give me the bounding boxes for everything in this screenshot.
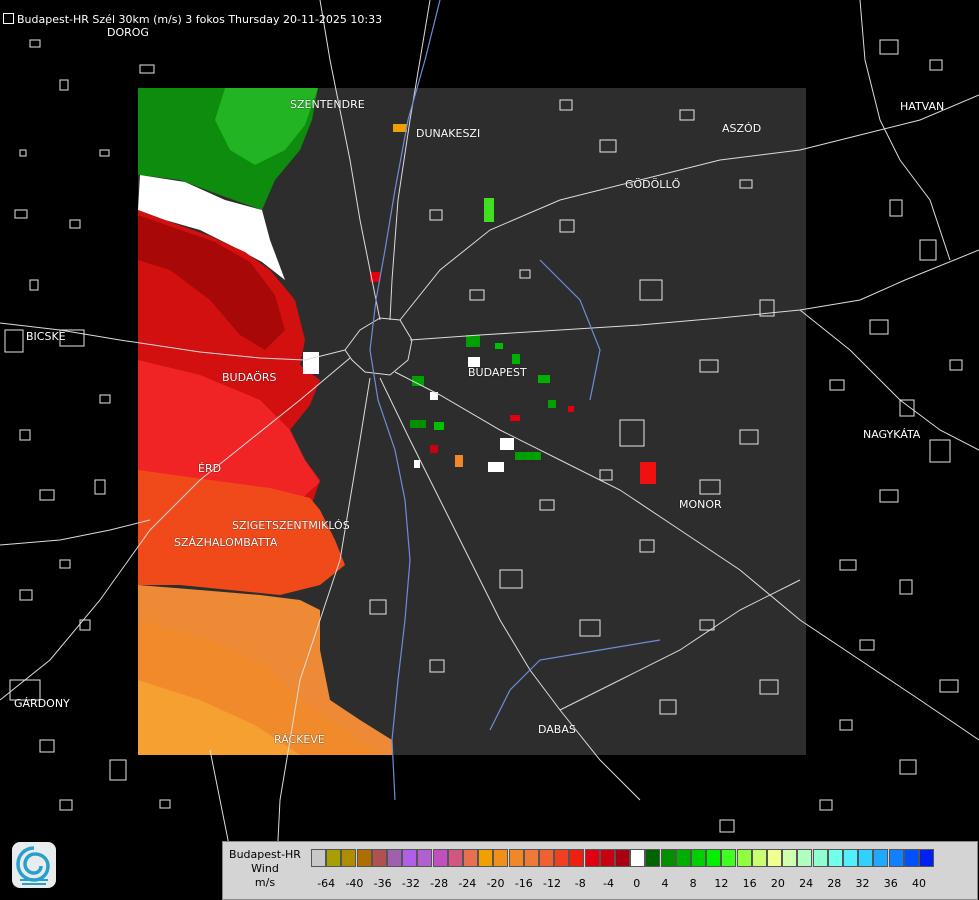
legend-tick-label: 16 bbox=[742, 877, 757, 890]
legend-swatch bbox=[858, 849, 874, 867]
legend-swatch bbox=[387, 849, 402, 867]
city-label: MONOR bbox=[679, 498, 722, 511]
city-label: SZÁZHALOMBATTA bbox=[174, 536, 278, 549]
legend-title: Budapest-HR Wind m/s bbox=[225, 848, 305, 890]
city-label: NAGYKÁTA bbox=[863, 428, 921, 441]
legend-swatch bbox=[630, 849, 646, 867]
legend-tick-label: 24 bbox=[799, 877, 814, 890]
legend-title-line: Wind bbox=[251, 862, 279, 875]
legend-tick-label: 28 bbox=[827, 877, 842, 890]
legend-tick-label: -4 bbox=[603, 877, 614, 890]
legend-swatch bbox=[903, 849, 919, 867]
city-label: SZENTENDRE bbox=[290, 98, 365, 111]
city-label: BUDAÖRS bbox=[222, 371, 277, 384]
legend-swatch bbox=[523, 849, 539, 867]
radar-product-icon bbox=[3, 13, 14, 24]
legend-tick-label: -16 bbox=[514, 877, 533, 890]
city-label: DOROG bbox=[107, 26, 149, 39]
legend-tick-label: 20 bbox=[770, 877, 785, 890]
city-label: GÁRDONY bbox=[14, 697, 70, 710]
legend-tick-label: 36 bbox=[883, 877, 898, 890]
legend-tick-label: -12 bbox=[543, 877, 561, 890]
city-label: DABAS bbox=[538, 723, 576, 736]
legend-swatch bbox=[797, 849, 813, 867]
legend-swatch bbox=[554, 849, 570, 867]
legend-tick-label: 12 bbox=[714, 877, 729, 890]
legend-tick-label: -20 bbox=[486, 877, 505, 890]
legend-swatch bbox=[660, 849, 676, 867]
legend-swatch bbox=[645, 849, 661, 867]
legend-swatch bbox=[782, 849, 798, 867]
city-label: DUNAKESZI bbox=[416, 127, 481, 140]
legend-swatch bbox=[615, 849, 630, 867]
legend-tick-label: -64 bbox=[317, 877, 336, 890]
city-label: BUDAPEST bbox=[468, 366, 527, 379]
legend-title-line: Budapest-HR bbox=[229, 848, 301, 861]
legend-tick-label: -36 bbox=[373, 877, 392, 890]
legend-swatch bbox=[569, 849, 585, 867]
city-label: ÉRD bbox=[198, 462, 222, 475]
legend-swatch bbox=[463, 849, 478, 867]
legend-tick-label: 40 bbox=[912, 877, 926, 890]
legend-swatch bbox=[827, 849, 843, 867]
city-label: RÁCKEVE bbox=[274, 733, 325, 746]
radar-title-text: Budapest-HR Szél 30km (m/s) 3 fokos Thur… bbox=[17, 13, 383, 26]
wind-color-legend: Budapest-HR Wind m/s -64 -40 -36 -32 -28 -24-… bbox=[222, 841, 978, 900]
city-label: ASZÓD bbox=[722, 122, 762, 135]
legend-swatch bbox=[721, 849, 737, 867]
legend-swatch bbox=[873, 849, 889, 867]
legend-swatch bbox=[584, 849, 600, 867]
city-label: BICSKE bbox=[26, 330, 66, 343]
city-label: SZIGETSZENTMIKLÓS bbox=[232, 519, 350, 532]
legend-swatch bbox=[888, 849, 904, 867]
legend-swatch bbox=[341, 849, 357, 867]
legend-tick-label: -28 bbox=[430, 877, 449, 890]
legend-swatch bbox=[539, 849, 554, 867]
legend-swatch bbox=[919, 849, 934, 867]
legend-swatch bbox=[691, 849, 706, 867]
legend-swatch bbox=[371, 849, 387, 867]
legend-tick-label: 4 bbox=[661, 877, 669, 890]
legend-swatch bbox=[402, 849, 418, 867]
legend-swatch bbox=[493, 849, 509, 867]
radar-map[interactable] bbox=[0, 0, 979, 900]
radar-title: Budapest-HR Szél 30km (m/s) 3 fokos Thur… bbox=[3, 13, 382, 26]
legend-tick-label: 32 bbox=[855, 877, 870, 890]
legend-swatch bbox=[736, 849, 752, 867]
legend-swatch bbox=[356, 849, 372, 867]
legend-swatch bbox=[706, 849, 722, 867]
legend-tick-label: 8 bbox=[689, 877, 697, 890]
city-label: HATVAN bbox=[900, 100, 945, 113]
met-service-logo bbox=[12, 842, 56, 888]
legend-swatch bbox=[447, 849, 463, 867]
legend-swatch bbox=[675, 849, 691, 867]
legend-tick-label: -40 bbox=[345, 877, 364, 890]
legend-swatch bbox=[311, 849, 326, 867]
legend-swatch bbox=[326, 849, 342, 867]
legend-swatch bbox=[843, 849, 858, 867]
city-label: GÖDÖLLŐ bbox=[625, 178, 681, 191]
legend-swatch bbox=[599, 849, 615, 867]
legend-tick-label: 0 bbox=[633, 877, 641, 890]
legend-title-line: m/s bbox=[254, 876, 276, 889]
legend-swatch bbox=[751, 849, 767, 867]
legend-swatch bbox=[767, 849, 782, 867]
legend-swatch bbox=[508, 849, 524, 867]
legend-tick-label: -8 bbox=[574, 877, 586, 890]
legend-swatch bbox=[432, 849, 448, 867]
legend-swatch bbox=[417, 849, 433, 867]
legend-tick-label: -32 bbox=[401, 877, 420, 890]
legend-tick-label: -24 bbox=[458, 877, 477, 890]
legend-swatch bbox=[478, 849, 494, 867]
swirl-logo-icon bbox=[16, 846, 50, 885]
legend-swatch bbox=[812, 849, 828, 867]
